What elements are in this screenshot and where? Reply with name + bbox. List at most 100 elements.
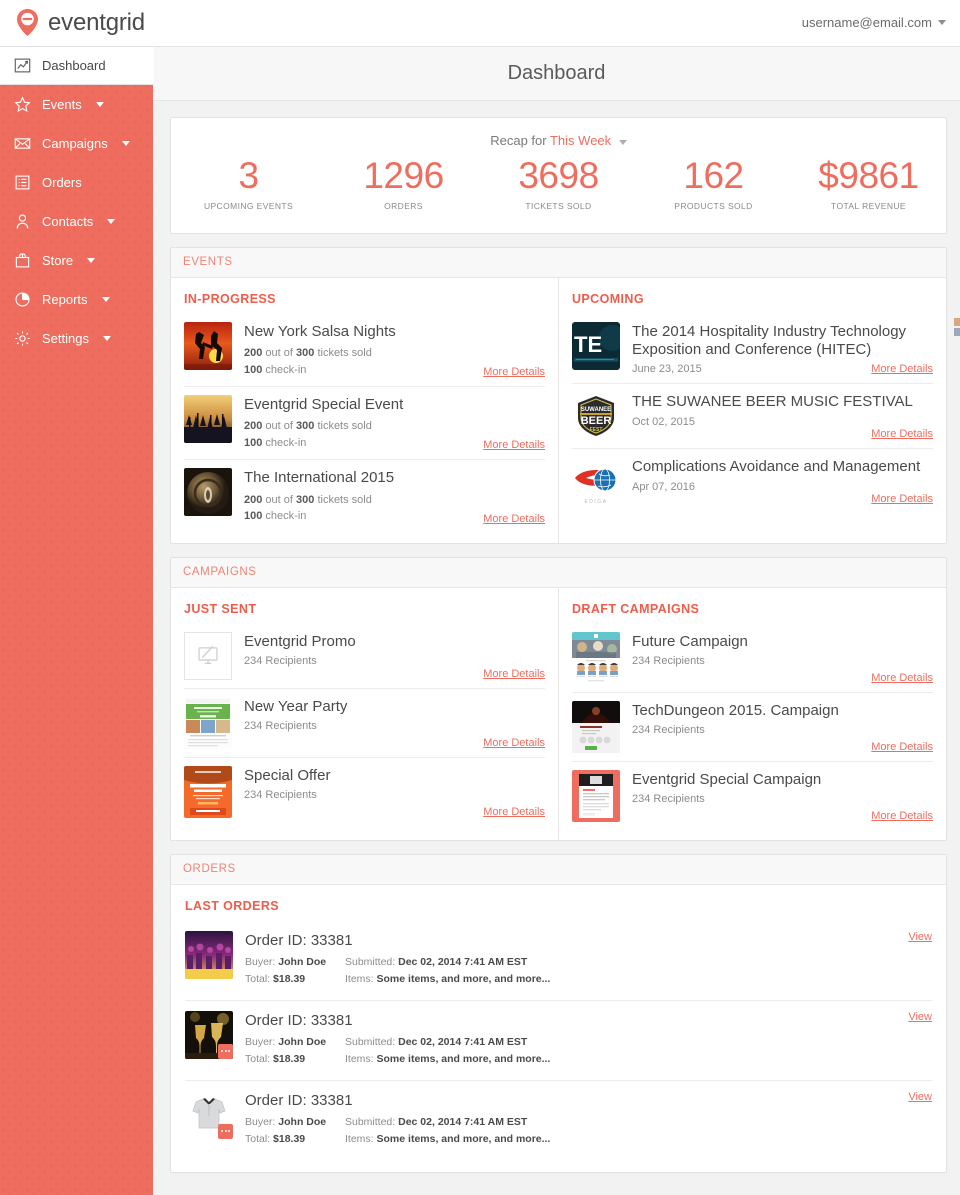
- user-menu[interactable]: username@email.com: [802, 15, 946, 30]
- campaign-thumbnail: [572, 700, 620, 753]
- campaign-row[interactable]: TechDungeon 2015. Campaign 234 Recipients…: [572, 693, 933, 762]
- draft-campaigns-title: DRAFT CAMPAIGNS: [572, 601, 700, 616]
- view-order-link[interactable]: View: [908, 931, 932, 943]
- total-label: Total:: [245, 1052, 271, 1065]
- view-order-link[interactable]: View: [908, 1091, 932, 1103]
- order-items: Some items, and more, and more...: [376, 972, 551, 985]
- event-row[interactable]: New York Salsa Nights 200 out of 300 tick…: [184, 314, 545, 388]
- sidebar-item-label: Events: [42, 97, 82, 112]
- chevron-down-icon[interactable]: [618, 140, 627, 145]
- campaign-row[interactable]: New Year Party 234 Recipients More Details: [184, 689, 545, 758]
- sidebar-item-settings[interactable]: Settings: [0, 319, 153, 358]
- more-details-link[interactable]: More Details: [871, 493, 933, 505]
- more-details-link[interactable]: More Details: [483, 806, 545, 818]
- stat-label: UPCOMING EVENTS: [203, 200, 294, 211]
- gear-icon: [14, 330, 31, 347]
- recap-range-selector[interactable]: This Week: [550, 133, 611, 148]
- sidebar-item-reports[interactable]: Reports: [0, 280, 153, 319]
- sidebar-item-label: Dashboard: [42, 58, 106, 73]
- event-name: THE SUWANEE BEER MUSIC FESTIVAL: [632, 393, 913, 411]
- more-details-link[interactable]: More Details: [483, 366, 545, 378]
- order-row[interactable]: Order ID: 33381 Buyer: John Doe Total: $18…: [185, 1001, 932, 1081]
- tickets-sold-label: tickets sold: [317, 420, 372, 433]
- stat-value: 3698: [518, 155, 599, 196]
- recap-header: Recap for This Week: [171, 133, 946, 148]
- order-items: Some items, and more, and more...: [376, 1132, 551, 1145]
- campaigns-section-header: CAMPAIGNS: [171, 557, 946, 588]
- order-row[interactable]: Order ID: 33381 Buyer: John Doe Total: $18…: [185, 1081, 932, 1160]
- order-total: $18.39: [273, 1132, 306, 1145]
- recap-stats: 3 UPCOMING EVENTS 1296 ORDERS 3698 TICKETS SO…: [171, 155, 946, 211]
- tickets-sold-count: 200: [244, 347, 263, 360]
- order-row[interactable]: Order ID: 33381 Buyer: John Doe Total: $18…: [185, 921, 932, 1001]
- more-details-link[interactable]: More Details: [871, 672, 933, 684]
- pie-chart-icon: [14, 291, 31, 308]
- checkin-label: check-in: [265, 363, 307, 376]
- buyer-label: Buyer:: [245, 1115, 276, 1128]
- envelope-icon: [14, 135, 31, 152]
- more-details-link[interactable]: More Details: [871, 428, 933, 440]
- tickets-total-count: 300: [296, 420, 315, 433]
- event-row[interactable]: Eventgrid Special Event 200 out of 300 ti…: [184, 387, 545, 461]
- star-icon: [14, 96, 31, 113]
- campaign-thumbnail-placeholder: [184, 631, 232, 680]
- campaign-row[interactable]: Special Offer 234 Recipients More Details: [184, 758, 545, 826]
- total-label: Total:: [245, 1132, 271, 1145]
- campaign-row[interactable]: Future Campaign 234 Recipients More Detail…: [572, 624, 933, 693]
- event-row[interactable]: TE The 2014 Hospitality Industry Technolo…: [572, 314, 933, 385]
- svg-text:EDIGA: EDIGA: [584, 499, 607, 505]
- just-sent-campaigns-column: JUST SENT Eventgrid Promo 234 Recipients M…: [171, 587, 559, 840]
- campaign-row[interactable]: Eventgrid Special Campaign 234 Recipients…: [572, 762, 933, 830]
- chevron-down-icon: [102, 336, 111, 341]
- campaign-name: Eventgrid Promo: [244, 632, 356, 650]
- sidebar-item-events[interactable]: Events: [0, 85, 153, 124]
- event-row[interactable]: The International 2015 200 out of 300 tic…: [184, 460, 545, 532]
- more-details-link[interactable]: More Details: [871, 741, 933, 753]
- campaign-row[interactable]: Eventgrid Promo 234 Recipients More Detail…: [184, 624, 545, 689]
- more-details-link[interactable]: More Details: [483, 737, 545, 749]
- campaign-thumbnail: [572, 631, 620, 684]
- dashboard-page: eventgrid username@email.com Dashboard Ev…: [0, 0, 960, 1195]
- events-section-header: EVENTS: [171, 247, 946, 278]
- campaign-name: New Year Party: [244, 697, 348, 715]
- view-order-link[interactable]: View: [908, 1011, 932, 1023]
- order-total: $18.39: [273, 972, 306, 985]
- chevron-down-icon: [95, 102, 104, 107]
- edge-feedback-tab[interactable]: [954, 318, 960, 340]
- event-row[interactable]: SUWANEE BEER FEST THE SUWANEE BEER MUSIC FE…: [572, 384, 933, 450]
- buyer-label: Buyer:: [245, 955, 276, 968]
- more-details-link[interactable]: More Details: [483, 513, 545, 525]
- checkin-count: 100: [244, 363, 263, 376]
- more-details-link[interactable]: More Details: [871, 363, 933, 375]
- buyer-name: John Doe: [278, 1035, 327, 1048]
- stat-tickets-sold: 3698 TICKETS SOLD: [481, 155, 636, 211]
- event-row[interactable]: EDIGA Complications Avoidance and Managem…: [572, 449, 933, 513]
- more-details-link[interactable]: More Details: [871, 810, 933, 822]
- page-title-bar: Dashboard: [153, 47, 960, 101]
- sidebar-item-campaigns[interactable]: Campaigns: [0, 124, 153, 163]
- sidebar-item-contacts[interactable]: Contacts: [0, 202, 153, 241]
- chart-line-icon: [14, 57, 31, 74]
- order-submitted: Dec 02, 2014 7:41 AM EST: [398, 1035, 528, 1048]
- stat-label: PRODUCTS SOLD: [674, 200, 753, 211]
- sidebar-item-dashboard[interactable]: Dashboard: [0, 46, 154, 85]
- sidebar-item-label: Campaigns: [42, 136, 108, 151]
- tickets-sold-count: 200: [244, 420, 263, 433]
- sidebar-item-orders[interactable]: Orders: [0, 163, 153, 202]
- stat-label: TOTAL REVENUE: [831, 200, 906, 211]
- event-thumbnail: TE: [572, 321, 620, 370]
- sidebar-item-store[interactable]: Store: [0, 241, 153, 280]
- edge-tab-segment-top: [954, 318, 960, 326]
- buyer-name: John Doe: [278, 955, 327, 968]
- submitted-label: Submitted:: [345, 1035, 396, 1048]
- more-details-link[interactable]: More Details: [483, 668, 545, 680]
- campaign-thumbnail: [184, 765, 232, 818]
- submitted-label: Submitted:: [345, 1115, 396, 1128]
- buyer-label: Buyer:: [245, 1035, 276, 1048]
- brand-logo[interactable]: eventgrid: [14, 8, 145, 37]
- items-label: Items:: [345, 1052, 374, 1065]
- out-of-label: out of: [265, 420, 293, 433]
- order-more-badge-icon: [218, 1123, 233, 1139]
- stat-value: 1296: [363, 155, 444, 196]
- more-details-link[interactable]: More Details: [483, 439, 545, 451]
